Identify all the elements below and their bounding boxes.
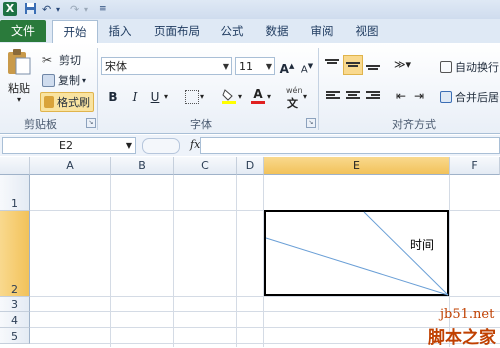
- clipboard-group-label: 剪贴板: [24, 118, 57, 131]
- redo-icon[interactable]: ↷: [70, 2, 79, 17]
- gridline: [173, 175, 174, 347]
- scissors-icon: ✂: [42, 53, 53, 67]
- cell-diagonal-lines: [265, 211, 449, 296]
- copy-dropdown-icon[interactable]: ▾: [82, 76, 86, 85]
- cut-button[interactable]: ✂ 剪切: [42, 52, 81, 68]
- watermark-brand: 脚本之家: [428, 328, 496, 348]
- align-left-icon[interactable]: [326, 90, 340, 100]
- format-painter-button[interactable]: 格式刷: [40, 92, 94, 112]
- merge-cells-icon: [440, 91, 452, 103]
- row-header-4[interactable]: 4: [0, 312, 30, 328]
- grow-font-button[interactable]: A▲: [278, 57, 296, 76]
- customize-quick-access-icon[interactable]: ≡: [99, 2, 107, 17]
- chevron-down-icon: ▼: [222, 62, 229, 71]
- font-dialog-launcher-icon[interactable]: ↘: [306, 118, 316, 128]
- chevron-down-icon: ▼: [265, 62, 272, 71]
- tab-view[interactable]: 视图: [347, 20, 387, 42]
- shrink-font-button[interactable]: A▼: [298, 57, 316, 75]
- formula-input[interactable]: [200, 137, 500, 154]
- wrap-text-button[interactable]: 自动换行: [440, 59, 499, 75]
- paste-dropdown-icon[interactable]: ▾: [17, 95, 21, 104]
- increase-indent-icon[interactable]: ⇥: [414, 89, 424, 103]
- align-center-icon[interactable]: [346, 90, 360, 100]
- tab-file[interactable]: 文件: [0, 20, 46, 42]
- gridline: [110, 175, 111, 347]
- wrap-text-icon: [440, 61, 452, 73]
- font-color-dropdown-icon[interactable]: ▾: [267, 92, 271, 101]
- paste-icon[interactable]: [6, 48, 34, 76]
- tab-review[interactable]: 审阅: [302, 20, 342, 42]
- save-icon[interactable]: [24, 2, 37, 17]
- group-divider: [318, 48, 319, 130]
- column-header-c[interactable]: C: [174, 157, 237, 175]
- select-all-corner[interactable]: [0, 157, 30, 175]
- column-header-b[interactable]: B: [111, 157, 174, 175]
- font-color-button[interactable]: A: [251, 87, 265, 104]
- borders-dropdown-icon[interactable]: ▾: [200, 92, 204, 101]
- underline-button[interactable]: U: [146, 88, 164, 106]
- phonetic-guide-label: wén: [286, 86, 303, 95]
- merge-center-button[interactable]: 合并后居: [440, 89, 499, 105]
- clipboard-dialog-launcher-icon[interactable]: ↘: [86, 118, 96, 128]
- font-color-bar: [251, 101, 265, 104]
- brush-icon: [44, 96, 54, 108]
- decrease-indent-icon[interactable]: ⇤: [396, 89, 406, 103]
- orientation-icon[interactable]: ≫▾: [394, 58, 411, 71]
- column-header-a[interactable]: A: [30, 157, 111, 175]
- cell-e2-text: 时间: [410, 238, 435, 252]
- row-header-2[interactable]: 2: [0, 211, 30, 297]
- fill-color-dropdown-icon[interactable]: ▾: [238, 92, 242, 101]
- tab-data[interactable]: 数据: [257, 20, 297, 42]
- paste-button[interactable]: 粘贴: [8, 80, 30, 96]
- excel-app-icon[interactable]: X: [3, 2, 17, 16]
- bold-button[interactable]: B: [104, 88, 122, 106]
- formula-bar-resize-handle[interactable]: [142, 138, 180, 154]
- middle-align-icon[interactable]: [343, 55, 363, 75]
- tab-page-layout[interactable]: 页面布局: [146, 20, 208, 42]
- undo-dropdown-icon[interactable]: ▾: [56, 2, 60, 17]
- tab-insert[interactable]: 插入: [100, 20, 140, 42]
- bottom-align-icon[interactable]: [366, 64, 382, 71]
- copy-button[interactable]: 复制 ▾: [42, 72, 86, 88]
- chevron-down-icon[interactable]: ▼: [126, 138, 132, 153]
- copy-icon: [42, 73, 55, 87]
- borders-icon[interactable]: [185, 90, 199, 104]
- align-right-icon[interactable]: [366, 90, 380, 100]
- name-box[interactable]: E2 ▼: [2, 137, 136, 154]
- gridline: [236, 175, 237, 347]
- phonetic-dropdown-icon[interactable]: ▾: [303, 92, 307, 101]
- font-size-select[interactable]: 11 ▼: [235, 57, 275, 75]
- underline-dropdown-icon[interactable]: ▾: [164, 92, 168, 101]
- alignment-group-label: 对齐方式: [392, 118, 436, 131]
- top-align-icon[interactable]: [325, 58, 341, 65]
- phonetic-guide-icon[interactable]: 文: [287, 95, 298, 111]
- row-header-1[interactable]: 1: [0, 175, 30, 211]
- undo-icon[interactable]: ↶: [42, 2, 51, 17]
- row-header-5[interactable]: 5: [0, 328, 30, 344]
- group-divider: [97, 48, 98, 130]
- tab-formulas[interactable]: 公式: [212, 20, 252, 42]
- italic-button[interactable]: I: [126, 88, 144, 106]
- insert-function-button[interactable]: fx: [190, 138, 200, 151]
- redo-dropdown-icon[interactable]: ▾: [84, 2, 88, 17]
- watermark-site: jb51.net: [440, 307, 495, 322]
- fill-color-icon[interactable]: [222, 88, 236, 104]
- gridline: [30, 311, 500, 312]
- tab-home[interactable]: 开始: [52, 20, 98, 44]
- font-name-select[interactable]: 宋体 ▼: [101, 57, 232, 75]
- font-group-label: 字体: [190, 118, 212, 131]
- row-header-3[interactable]: 3: [0, 297, 30, 312]
- column-header-d[interactable]: D: [237, 157, 264, 175]
- column-header-f[interactable]: F: [450, 157, 500, 175]
- column-header-e[interactable]: E: [264, 157, 450, 175]
